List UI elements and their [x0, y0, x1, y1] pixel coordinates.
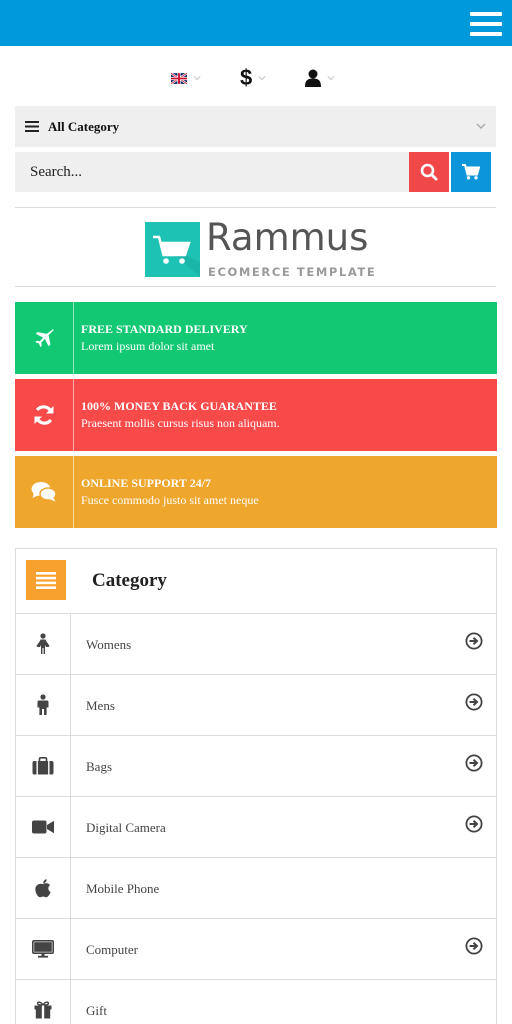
gift-icon [16, 980, 71, 1024]
category-item-bags[interactable]: Bags [16, 736, 496, 797]
category-item-label: Bags [86, 759, 112, 774]
category-item-mobile-phone[interactable]: Mobile Phone [16, 858, 496, 919]
category-item-label: Computer [86, 942, 138, 957]
category-title: Category [92, 570, 167, 591]
list-lines-icon [25, 121, 39, 132]
video-camera-icon [16, 797, 71, 857]
male-icon [16, 675, 71, 735]
circle-arrow-right-icon[interactable] [465, 937, 483, 955]
all-category-select[interactable]: All Category [15, 106, 496, 147]
all-category-label: All Category [48, 118, 120, 134]
chat-bubbles-icon [15, 456, 74, 528]
top-navbar [0, 0, 512, 46]
category-item-computer[interactable]: Computer [16, 919, 496, 980]
category-item-label: Gift [86, 1003, 107, 1018]
hamburger-menu-icon[interactable] [470, 12, 502, 36]
feature-description: Fusce commodo justo sit amet neque [81, 493, 259, 507]
category-item-digital-camera[interactable]: Digital Camera [16, 797, 496, 858]
uk-flag-icon [171, 72, 187, 84]
cart-button[interactable] [451, 152, 491, 192]
airplane-icon [15, 302, 74, 374]
feature-delivery: FREE STANDARD DELIVERY Lorem ipsum dolor… [15, 302, 497, 374]
logo-name: Rammus [206, 216, 369, 259]
feature-description: Lorem ipsum dolor sit amet [81, 339, 215, 353]
feature-money-back: 100% MONEY BACK GUARANTEE Praesent molli… [15, 379, 497, 451]
briefcase-icon [16, 736, 71, 796]
category-item-womens[interactable]: Womens [16, 614, 496, 675]
language-selector[interactable] [171, 62, 201, 94]
desktop-icon [16, 919, 71, 979]
category-item-label: Womens [86, 637, 132, 652]
refresh-icon [15, 379, 74, 451]
category-item-gift[interactable]: Gift [16, 980, 496, 1024]
category-item-mens[interactable]: Mens [16, 675, 496, 736]
category-panel: Category Womens Mens Bags Digital Camera… [15, 548, 497, 1024]
feature-title: FREE STANDARD DELIVERY [81, 322, 248, 336]
divider [15, 286, 496, 287]
feature-title: 100% MONEY BACK GUARANTEE [81, 399, 277, 413]
chevron-down-icon [193, 76, 201, 81]
feature-title: ONLINE SUPPORT 24/7 [81, 476, 212, 490]
chevron-down-icon [327, 76, 335, 81]
category-item-label: Mobile Phone [86, 881, 160, 896]
category-header: Category [16, 549, 496, 614]
account-selector[interactable] [305, 62, 335, 94]
top-tools: $ [0, 62, 512, 94]
circle-arrow-right-icon[interactable] [465, 815, 483, 833]
currency-selector[interactable]: $ [240, 62, 266, 94]
feature-description: Praesent mollis cursus risus non aliquam… [81, 416, 280, 430]
circle-arrow-right-icon[interactable] [465, 754, 483, 772]
circle-arrow-right-icon[interactable] [465, 693, 483, 711]
currency-symbol: $ [240, 65, 253, 90]
chevron-down-icon [258, 76, 266, 81]
search-button[interactable] [409, 152, 449, 192]
cart-logo-icon [145, 222, 200, 277]
divider [15, 207, 496, 208]
search-input[interactable] [15, 152, 409, 192]
search-icon [420, 163, 438, 181]
cart-icon [462, 164, 480, 180]
category-item-label: Digital Camera [86, 820, 166, 835]
category-item-label: Mens [86, 698, 115, 713]
site-logo[interactable]: Rammus ECOMERCE TEMPLATE [145, 218, 375, 282]
user-icon [305, 69, 321, 87]
list-icon [26, 560, 66, 600]
feature-support: ONLINE SUPPORT 24/7 Fusce commodo justo … [15, 456, 497, 528]
female-icon [16, 614, 71, 674]
apple-icon [16, 858, 71, 918]
chevron-down-icon [476, 123, 486, 129]
circle-arrow-right-icon[interactable] [465, 632, 483, 650]
logo-tagline: ECOMERCE TEMPLATE [208, 265, 377, 279]
